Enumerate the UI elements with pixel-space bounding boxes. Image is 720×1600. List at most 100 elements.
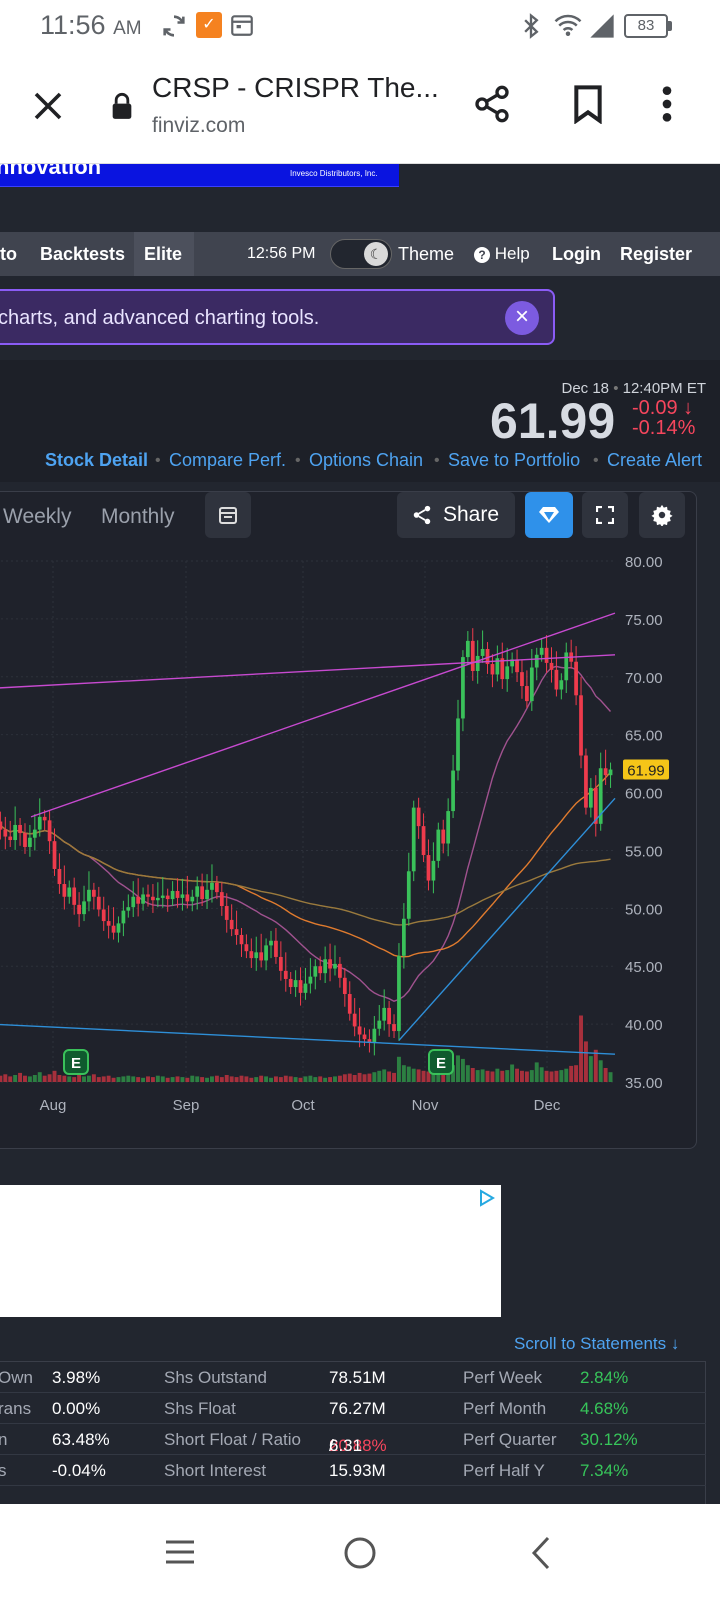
candle-body — [215, 882, 219, 893]
stats-table: Own 3.98% Shs Outstand 78.51M Perf Week 2.8… — [0, 1361, 706, 1504]
volume-bar — [52, 1070, 57, 1082]
compare-perf-link[interactable]: Compare Perf. — [169, 450, 286, 471]
candle-body — [18, 824, 22, 834]
close-icon[interactable] — [30, 88, 66, 124]
volume-bar — [273, 1076, 278, 1082]
y-tick-label: 35.00 — [625, 1075, 663, 1092]
tab-weekly[interactable]: Weekly — [3, 505, 71, 529]
adchoices-icon[interactable] — [478, 1189, 496, 1207]
volume-bar — [608, 1072, 613, 1082]
stock-detail-link[interactable]: Stock Detail — [45, 450, 148, 471]
volume-bar — [111, 1077, 116, 1082]
share-button[interactable]: Share — [397, 492, 515, 538]
options-chain-link[interactable]: Options Chain — [309, 450, 423, 471]
scroll-to-statements-link[interactable]: Scroll to Statements ↓ — [514, 1334, 679, 1354]
candle-body — [57, 868, 62, 885]
candle-body — [480, 648, 485, 656]
volume-bar — [283, 1075, 288, 1082]
close-icon: × — [514, 303, 529, 330]
candle-body — [67, 887, 72, 897]
volume-bar — [141, 1077, 146, 1082]
more-menu-icon[interactable] — [660, 84, 674, 124]
create-alert-link[interactable]: Create Alert — [607, 450, 702, 471]
browser-toolbar: CRSP - CRISPR The... finviz.com — [0, 52, 720, 164]
volume-bar — [195, 1076, 200, 1082]
candle-body — [475, 655, 480, 671]
volume-bar — [401, 1065, 406, 1082]
candle-body — [554, 669, 559, 690]
register-link[interactable]: Register — [620, 232, 692, 276]
candle-body — [32, 829, 37, 838]
theme-label[interactable]: Theme — [398, 232, 454, 276]
ad-banner[interactable]: nnovation Invesco Distributors, Inc. — [0, 164, 399, 187]
volume-bar — [27, 1076, 32, 1082]
wifi-icon — [554, 14, 582, 36]
volume-bar — [333, 1076, 337, 1082]
fullscreen-button[interactable] — [582, 492, 628, 538]
home-icon[interactable] — [343, 1536, 377, 1570]
nav-item-to[interactable]: to — [0, 232, 17, 276]
candle-body — [205, 889, 209, 900]
help-link[interactable]: ? Help — [474, 232, 530, 276]
volume-bar — [42, 1075, 47, 1082]
candle-body — [559, 680, 564, 690]
volume-bar — [155, 1075, 160, 1082]
volume-bar — [234, 1077, 239, 1082]
volume-bar — [96, 1077, 101, 1082]
price-chart-panel: Weekly Monthly Share 80.00 75.00 70.00 65.0… — [0, 491, 697, 1149]
candle-body — [87, 889, 91, 902]
back-icon[interactable] — [530, 1535, 552, 1571]
candlestick-chart[interactable]: 80.00 75.00 70.00 65.00 60.00 55.00 50.00 45.00… — [0, 550, 697, 1149]
candle-body — [357, 1026, 362, 1035]
x-tick-label: Dec — [534, 1097, 561, 1114]
nav-item-elite[interactable]: Elite — [134, 232, 194, 276]
theme-toggle[interactable]: ☾ — [330, 239, 392, 269]
tab-monthly[interactable]: Monthly — [101, 505, 175, 529]
candle-body — [584, 755, 588, 808]
gear-icon — [651, 504, 673, 526]
volume-bar — [224, 1075, 229, 1082]
volume-bar — [170, 1077, 175, 1082]
candle-body — [293, 980, 298, 988]
candle-body — [131, 896, 136, 908]
lock-icon — [112, 92, 132, 119]
bookmark-icon[interactable] — [570, 84, 606, 124]
candle-body — [37, 816, 42, 830]
ad-placeholder[interactable] — [0, 1185, 501, 1317]
volume-bar — [520, 1070, 524, 1082]
volume-bar — [131, 1076, 136, 1082]
candle-body — [470, 640, 475, 671]
volume-bar — [13, 1075, 18, 1082]
share-icon[interactable] — [472, 84, 512, 124]
volume-bar — [82, 1076, 86, 1082]
volume-bar — [387, 1071, 392, 1082]
bluetooth-icon — [524, 13, 539, 39]
recent-apps-icon[interactable] — [164, 1538, 196, 1566]
candle-body — [8, 836, 13, 841]
volume-bar — [515, 1068, 520, 1082]
candle-body — [377, 1020, 382, 1029]
date-picker-button[interactable] — [205, 492, 251, 538]
volume-bar — [57, 1075, 62, 1082]
login-link[interactable]: Login — [552, 232, 601, 276]
candle-body — [190, 896, 195, 902]
candle-body — [392, 1024, 396, 1032]
candle-body — [525, 686, 529, 702]
volume-bar — [32, 1075, 37, 1082]
nav-item-backtests[interactable]: Backtests — [40, 232, 125, 276]
volume-bar — [603, 1068, 608, 1082]
y-tick-label: 70.00 — [625, 670, 663, 687]
volume-bar — [549, 1071, 554, 1082]
promo-close-button[interactable]: × — [505, 301, 539, 335]
elite-button[interactable] — [525, 492, 573, 538]
save-portfolio-link[interactable]: Save to Portfolio — [448, 450, 580, 471]
candle-body — [608, 769, 613, 776]
volume-bar — [372, 1072, 377, 1082]
volume-bar — [456, 1055, 460, 1082]
volume-bar — [18, 1072, 23, 1082]
candle-body — [151, 896, 155, 901]
status-bar: 11:56 AM ✓ 83 — [0, 0, 720, 52]
volume-bar — [0, 1075, 3, 1082]
volume-bar — [254, 1077, 259, 1082]
settings-button[interactable] — [639, 492, 685, 538]
